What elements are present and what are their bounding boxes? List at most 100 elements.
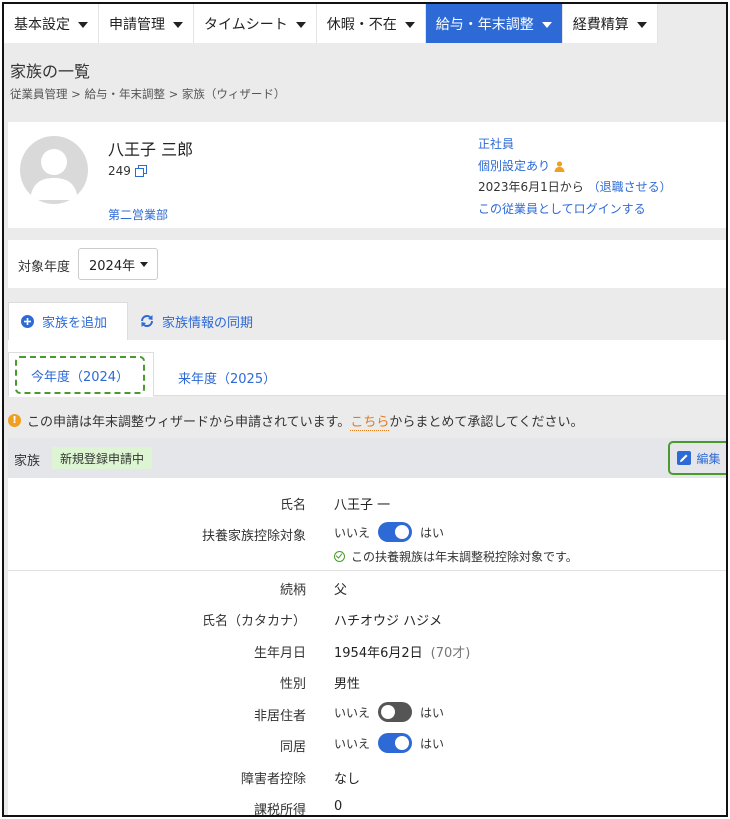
tab-next-year[interactable]: 来年度（2025） [178,368,276,387]
page-title: 家族の一覧 [10,62,91,81]
field-value: ハチオウジ ハジメ [334,614,443,629]
edit-label: 編集 [696,451,721,466]
toggle-knob [395,525,410,539]
custom-setting-link[interactable]: 個別設定あり [478,156,550,178]
field-birthdate: 生年月日 1954年6月2日 (70才) [8,634,726,665]
avatar [20,136,88,204]
field-value: 八王子 一 [334,498,391,513]
field-value: 1954年6月2日 (70才) [334,642,470,661]
check-circle-icon [334,551,345,562]
copy-icon[interactable] [134,165,147,177]
nav-tab-application-management[interactable]: 申請管理 [99,4,194,43]
employee-card: 八王子 三郎 249 第二営業部 正社員 個別設定あり 2023年6月1日から … [8,122,726,228]
employee-details: 正社員 個別設定あり 2023年6月1日から （退職させる） この従業員としてロ… [478,134,672,220]
nav-tab-label: 申請管理 [109,16,165,33]
field-label: 生年月日 [253,646,306,661]
field-label: 非居住者 [253,709,306,724]
year-tabs: 今年度（2024） 来年度（2025） [8,340,726,397]
app-frame: 基本設定 申請管理 タイムシート 休暇・不在 給与・年末調整 経費精算 家族の一… [2,2,728,817]
employee-name: 八王子 三郎 [108,140,194,159]
chevron-down-icon [173,21,183,28]
field-cohabit: 同居 いいえ はい [8,728,726,759]
dependent-toggle-group: いいえ はい [334,522,444,542]
breadcrumb: 従業員管理 > 給与・年末調整 > 家族（ウィザード） [10,87,286,101]
nav-tab-basic-settings[interactable]: 基本設定 [4,4,99,43]
toggle-no-label: いいえ [334,525,371,540]
edit-button[interactable]: 編集 [668,441,726,475]
sync-family-button[interactable]: 家族情報の同期 [140,302,253,340]
year-selector-bar: 対象年度 2024年 [8,240,726,288]
caret-down-icon [140,261,149,267]
employee-id: 249 [108,164,147,178]
year-selector-label: 対象年度 [18,260,71,275]
nav-tab-payroll-year-end[interactable]: 給与・年末調整 [425,4,563,43]
birthdate-value: 1954年6月2日 [334,646,423,661]
field-label: 続柄 [279,583,306,598]
employee-department[interactable]: 第二営業部 [108,206,168,223]
nav-tab-timesheet[interactable]: タイムシート [194,4,317,43]
plus-circle-icon [21,315,34,328]
nav-tab-label: 給与・年末調整 [435,16,534,33]
nav-tab-label: 休暇・不在 [326,16,397,33]
dependent-note: この扶養親族は年末調整税控除対象です。 [334,548,578,565]
notice-text-before: この申請は年末調整ウィザードから申請されています。 [27,414,351,430]
field-taxable-income: 課税所得 0 [8,791,726,817]
field-value: なし [334,772,361,787]
field-kana: 氏名（カタカナ） ハチオウジ ハジメ [8,602,726,633]
employee-id-value: 249 [108,164,131,178]
notice-here-link[interactable]: こちら [350,414,390,431]
field-value: 0 [334,799,343,814]
nav-tab-leave-absence[interactable]: 休暇・不在 [316,4,426,43]
toggle-yes-label: はい [420,736,445,751]
year-select[interactable]: 2024年 [78,248,158,280]
chevron-down-icon [404,21,415,28]
tab-current-year-label: 今年度（2024） [30,369,130,385]
wizard-notice: ! この申請は年末調整ウィザードから申請されています。こちらからまとめて承認して… [8,406,726,434]
nav-tab-label: 経費精算 [572,16,629,33]
toggle-no-label: いいえ [334,705,371,720]
employment-start-date: 2023年6月1日から [478,180,584,194]
add-family-button[interactable]: 家族を追加 [8,302,128,340]
toggle-yes-label: はい [420,705,445,720]
year-select-value: 2024年 [89,258,136,274]
field-dependent-deduction: 扶養家族控除対象 いいえ はい [8,517,726,548]
family-section-title: 家族 [14,454,41,469]
field-label: 課税所得 [253,803,306,817]
field-disability: 障害者控除 なし [8,760,726,791]
warning-icon: ! [8,413,21,427]
employment-type-link[interactable]: 正社員 [478,134,672,156]
cohabit-toggle[interactable] [378,733,413,753]
field-label: 扶養家族控除対象 [201,529,306,544]
field-value: 父 [334,583,348,598]
field-name: 氏名 八王子 一 [8,486,726,517]
user-icon [554,161,565,172]
status-badge: 新規登録申請中 [52,447,153,469]
notice-text-after: からまとめて承認してください。 [389,414,584,430]
dependent-toggle[interactable] [378,522,413,542]
chevron-down-icon [295,21,306,28]
retire-link[interactable]: （退職させる） [588,180,672,194]
nav-tab-expenses[interactable]: 経費精算 [562,4,658,43]
top-navigation: 基本設定 申請管理 タイムシート 休暇・不在 給与・年末調整 経費精算 [4,4,726,43]
cohabit-toggle-group: いいえ はい [334,733,444,753]
field-label: 氏名 [279,498,306,513]
field-label: 同居 [279,740,306,755]
toggle-knob [395,736,410,750]
family-section-header: 家族 新規登録申請中 編集 [8,438,726,478]
tab-current-year-highlight: 今年度（2024） [15,356,145,394]
field-label: 性別 [279,677,306,692]
nav-tab-label: タイムシート [204,16,288,33]
chevron-down-icon [636,21,647,28]
field-nonresident: 非居住者 いいえ はい [8,697,726,728]
age-value: (70才) [430,646,471,661]
add-family-label: 家族を追加 [42,316,108,331]
login-as-employee-link[interactable]: この従業員としてログインする [478,199,672,221]
field-relation: 続柄 父 [8,571,726,602]
field-label: 障害者控除 [240,772,306,787]
nonresident-toggle[interactable] [378,702,413,722]
field-label: 氏名（カタカナ） [201,614,306,629]
tab-current-year[interactable]: 今年度（2024） [8,352,154,397]
chevron-down-icon [78,21,88,28]
field-value: 男性 [334,677,361,692]
sync-family-label: 家族情報の同期 [162,315,254,331]
